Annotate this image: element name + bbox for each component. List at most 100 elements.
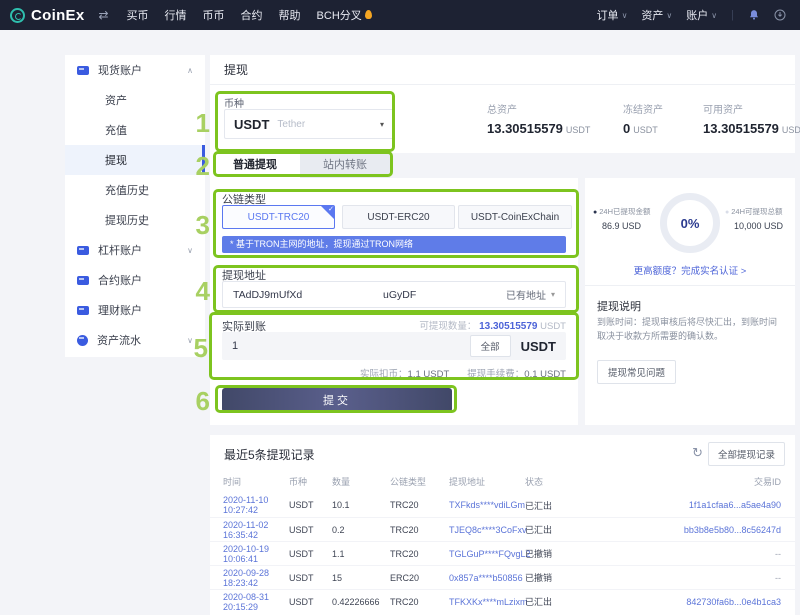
total-limit-legend: ●24H可提现总额 10,000 USD <box>725 206 797 231</box>
page-title: 提现 <box>210 55 795 85</box>
nav-item-buy[interactable]: 买币 <box>127 7 149 23</box>
download-app-icon[interactable] <box>774 9 786 21</box>
nav-orders-dropdown[interactable]: 订单 ∨ <box>597 7 628 23</box>
nav-account-dropdown[interactable]: 账户 ∨ <box>686 7 717 23</box>
sidebar-item-withdraw[interactable]: 提现 <box>65 145 205 175</box>
asset-flow-icon <box>77 335 88 346</box>
chevron-down-icon: ∨ <box>187 246 193 255</box>
stat-total-value: 13.30515579 <box>487 121 563 136</box>
nav-orders-label: 订单 <box>597 7 619 23</box>
cell-address-link[interactable]: TJEQ8c****3CoFxv <box>449 525 525 535</box>
amount-value: 1 <box>232 340 470 352</box>
stat-frozen-value: 0 <box>623 121 630 136</box>
chain-option-coinexchain[interactable]: USDT-CoinExChain <box>458 205 572 229</box>
cell-txid-link[interactable]: 842730fa6b...0e4b1ca3 <box>585 597 781 607</box>
deduct-value: 1.1 USDT <box>408 369 450 380</box>
table-row: 2020-10-19 10:06:41 USDT 1.1 TRC20 TGLGu… <box>210 541 795 565</box>
legend-dot-icon: ● <box>725 209 729 216</box>
amount-input[interactable]: 1 全部 USDT <box>222 332 566 360</box>
sidebar-group-flow-label: 资产流水 <box>97 332 187 348</box>
cell-time: 2020-11-10 10:27:42 <box>223 495 289 515</box>
withdraw-notes-body: 到账时间：提现审核后将尽快汇出，到账时间取决于收款方所需要的确认数。 <box>597 316 783 344</box>
nav-item-spot[interactable]: 币币 <box>203 7 225 23</box>
kyc-verification-link[interactable]: 更高额度？完成实名认证 > <box>585 263 795 277</box>
amount-all-button[interactable]: 全部 <box>470 335 511 357</box>
cell-chain: TRC20 <box>390 500 449 510</box>
nav-right-group: 订单 ∨ 资产 ∨ 账户 ∨ | <box>597 7 800 23</box>
coinex-withdraw-page: CoinEx ⇄ 买币 行情 币币 合约 帮助 BCH分叉 订单 ∨ 资产 ∨ … <box>0 0 800 615</box>
sidebar-item-deposit[interactable]: 充值 <box>65 115 205 145</box>
nav-item-bch-fork[interactable]: BCH分叉 <box>317 7 372 23</box>
stat-total-assets: 总资产 13.30515579USDT <box>487 101 590 136</box>
available-amount-row: 可提现数量： 13.30515579 USDT <box>419 318 566 332</box>
chain-option-trc20[interactable]: USDT-TRC20 ✓ <box>222 205 335 229</box>
select-caret-icon: ▾ <box>380 120 384 129</box>
cell-amount: 1.1 <box>332 549 390 559</box>
cell-status: 已撤销 <box>525 571 585 584</box>
cell-txid-link[interactable]: bb3b8e5b80...8c56247d <box>585 525 781 535</box>
sidebar-group-contract-account[interactable]: 合约账户 <box>65 265 205 295</box>
col-time: 时间 <box>223 475 289 488</box>
chain-option-erc20[interactable]: USDT-ERC20 <box>342 205 455 229</box>
notification-bell-icon[interactable] <box>748 9 760 21</box>
sidebar-group-finance-account[interactable]: 理财账户 <box>65 295 205 325</box>
cell-address-link[interactable]: TGLGuP****FQvgL2 <box>449 549 525 559</box>
total-limit-value: 10,000 USD <box>725 221 797 231</box>
account-sidebar: 现货账户 ∧ 资产 充值 提现 充值历史 提现历史 杠杆账户 ∨ 合约账户 理财… <box>65 55 205 357</box>
col-status: 状态 <box>525 475 585 488</box>
recent-withdrawals-card: 最近5条提现记录 ↻ 全部提现记录 时间 币种 数量 公链类型 提现地址 状态 … <box>210 435 795 615</box>
chain-option-erc20-label: USDT-ERC20 <box>367 212 429 223</box>
coin-symbol: USDT <box>234 117 269 132</box>
recent-withdrawals-title: 最近5条提现记录 <box>224 446 315 463</box>
flame-icon <box>365 10 372 19</box>
chevron-up-icon: ∧ <box>187 66 193 75</box>
top-navbar: CoinEx ⇄ 买币 行情 币币 合约 帮助 BCH分叉 订单 ∨ 资产 ∨ … <box>0 0 800 30</box>
withdraw-address-input[interactable]: TAdDJ9mUfXd uGyDF 已有地址 ▾ <box>222 281 566 308</box>
chevron-down-icon: ∨ <box>622 11 628 20</box>
saved-address-dropdown[interactable]: 已有地址 ▾ <box>506 287 555 302</box>
stat-available-value: 13.30515579 <box>703 121 779 136</box>
cell-chain: ERC20 <box>390 573 449 583</box>
tab-internal-transfer[interactable]: 站内转账 <box>300 153 390 178</box>
nav-item-help[interactable]: 帮助 <box>279 7 301 23</box>
deduct-label: 实际扣币： <box>360 369 408 380</box>
submit-button[interactable]: 提交 <box>222 388 452 412</box>
cell-address-link[interactable]: TFKXKx****mLzixm <box>449 597 525 607</box>
withdraw-faq-button[interactable]: 提现常见问题 <box>597 360 676 384</box>
sidebar-item-assets[interactable]: 资产 <box>65 85 205 115</box>
nav-item-bch-fork-label: BCH分叉 <box>317 10 362 22</box>
sidebar-item-withdraw-history-label: 提现历史 <box>105 212 149 228</box>
table-row: 2020-09-28 18:23:42 USDT 15 ERC20 0x857a… <box>210 565 795 589</box>
table-row: 2020-11-02 16:35:42 USDT 0.2 TRC20 TJEQ8… <box>210 517 795 541</box>
cell-address-link[interactable]: TXFkds****vdiLGm <box>449 500 525 510</box>
cell-status: 已撤销 <box>525 547 585 560</box>
margin-account-icon <box>77 246 89 255</box>
cell-chain: TRC20 <box>390 597 449 607</box>
coin-select[interactable]: USDT Tether ▾ <box>224 109 394 139</box>
all-records-button[interactable]: 全部提现记录 <box>708 442 785 466</box>
col-coin: 币种 <box>289 475 332 488</box>
refresh-icon[interactable]: ↻ <box>692 445 703 461</box>
sidebar-item-deposit-history[interactable]: 充值历史 <box>65 175 205 205</box>
cell-txid-link[interactable]: 1f1a1cfaa6...a5ae4a90 <box>585 500 781 510</box>
cell-amount: 15 <box>332 573 390 583</box>
nav-item-markets[interactable]: 行情 <box>165 7 187 23</box>
chain-option-trc20-label: USDT-TRC20 <box>248 212 310 223</box>
coinex-logo[interactable]: CoinEx <box>0 7 98 24</box>
deduct-info: 实际扣币：1.1 USDT <box>360 366 449 380</box>
cell-coin: USDT <box>289 525 332 535</box>
tab-normal-withdraw[interactable]: 普通提现 <box>210 153 300 178</box>
stat-available-label: 可用资产 <box>703 101 800 116</box>
cell-time: 2020-08-31 20:15:29 <box>223 592 289 612</box>
nav-item-futures[interactable]: 合约 <box>241 7 263 23</box>
sidebar-group-spot-account[interactable]: 现货账户 ∧ <box>65 55 205 85</box>
sidebar-group-spot-label: 现货账户 <box>98 62 187 78</box>
sidebar-group-asset-flow[interactable]: 资产流水 ∨ <box>65 325 205 355</box>
cell-address-link[interactable]: 0x857a****b50856 <box>449 573 525 583</box>
exchange-icon[interactable]: ⇄ <box>98 8 108 22</box>
stat-frozen-assets: 冻结资产 0USDT <box>623 101 663 136</box>
sidebar-item-withdraw-history[interactable]: 提现历史 <box>65 205 205 235</box>
nav-assets-dropdown[interactable]: 资产 ∨ <box>641 7 672 23</box>
sidebar-item-withdraw-label: 提现 <box>105 152 127 168</box>
sidebar-group-margin-account[interactable]: 杠杆账户 ∨ <box>65 235 205 265</box>
